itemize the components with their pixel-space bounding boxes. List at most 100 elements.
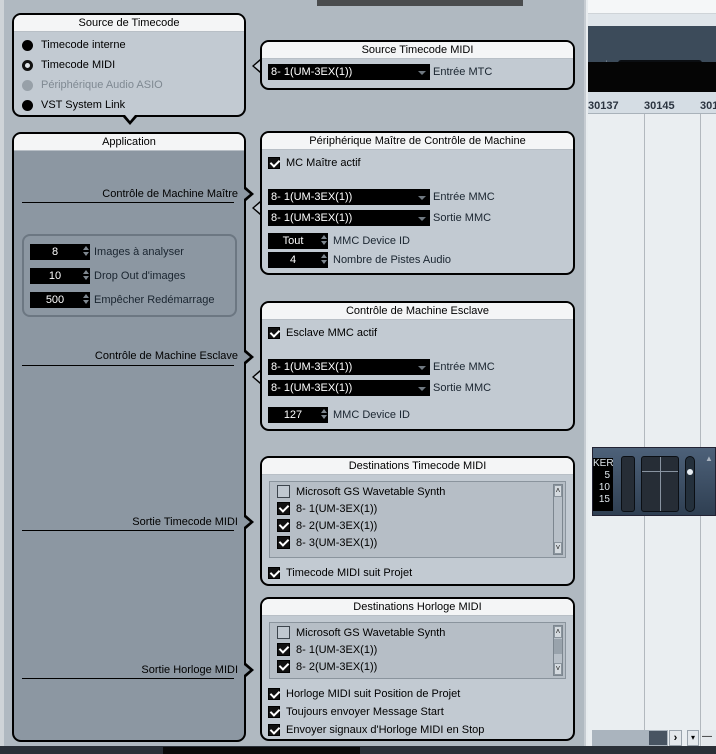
project-window-background: ♩<> 1/64 Pointée 30137 30145 301 KER 5 1… — [588, 0, 716, 754]
radio-button-icon[interactable] — [22, 39, 33, 51]
radio-vst-system-link[interactable]: VST System Link — [22, 97, 125, 113]
mc-master-active-checkbox[interactable]: MC Maître actif — [268, 155, 361, 171]
spinner-value: 4 — [289, 254, 297, 266]
divider — [22, 530, 234, 531]
zoom-slider[interactable]: — — — [702, 730, 716, 754]
spinner-arrows-icon[interactable] — [83, 245, 89, 259]
radio-button-icon[interactable] — [22, 99, 33, 111]
frames-to-analyze-spinner[interactable]: 8 — [30, 244, 90, 260]
inhibit-restart-spinner[interactable]: 500 — [30, 292, 90, 308]
list-item[interactable]: 8- 1(UM-3EX(1)) — [277, 641, 377, 658]
slave-mmc-device-id-spinner[interactable]: 127 — [268, 407, 328, 423]
list-item-label: Microsoft GS Wavetable Synth — [296, 485, 446, 498]
slave-mmc-input-dropdown[interactable]: 8- 1(UM-3EX(1)) — [268, 359, 430, 375]
list-scrollbar[interactable]: ˄ ˅ — [553, 625, 563, 676]
flow-arrow-left-icon — [252, 370, 260, 384]
list-scrollbar[interactable]: ˄ ˅ — [553, 484, 563, 555]
chevron-down-icon — [418, 71, 426, 75]
slave-mmc-output-dropdown[interactable]: 8- 1(UM-3EX(1)) — [268, 380, 430, 396]
spinner-arrows-icon[interactable] — [321, 408, 327, 422]
checkbox-checked-icon[interactable] — [268, 567, 280, 579]
mmc-output-dropdown[interactable]: 8- 1(UM-3EX(1)) — [268, 210, 430, 226]
volume-fader[interactable] — [685, 456, 695, 512]
checkbox-checked-icon[interactable] — [277, 536, 290, 549]
mtc-destinations-list[interactable]: Microsoft GS Wavetable Synth 8- 1(UM-3EX… — [269, 481, 566, 558]
audio-tracks-spinner[interactable]: 4 — [268, 252, 328, 268]
spinner-label: Empêcher Redémarrage — [94, 294, 215, 306]
dropdown-value: 8- 1(UM-3EX(1)) — [271, 191, 353, 203]
link-mtc-output: Sortie Timecode MIDI — [132, 516, 238, 528]
radio-timecode-interne[interactable]: Timecode interne — [22, 37, 126, 53]
radio-timecode-midi[interactable]: Timecode MIDI — [22, 57, 115, 73]
level-meter — [621, 456, 635, 512]
scroll-thumb[interactable] — [649, 731, 667, 745]
checkbox-checked-icon[interactable] — [268, 327, 280, 339]
checkbox-unchecked-icon[interactable] — [277, 626, 290, 639]
scroll-down-icon[interactable]: ˅ — [554, 663, 562, 675]
mtc-follow-project-checkbox[interactable]: Timecode MIDI suit Projet — [268, 565, 412, 581]
list-item[interactable]: 8- 2(UM-3EX(1)) — [277, 658, 377, 675]
scroll-right-button[interactable]: › — [669, 730, 682, 746]
mmc-device-id-spinner[interactable]: Tout — [268, 233, 328, 249]
timeline-ruler[interactable]: 30137 30145 301 — [588, 92, 716, 114]
clock-destinations-list[interactable]: Microsoft GS Wavetable Synth 8- 1(UM-3EX… — [269, 622, 566, 679]
list-item[interactable]: Microsoft GS Wavetable Synth — [277, 483, 445, 500]
grid-line — [644, 114, 645, 746]
checkbox-checked-icon[interactable] — [268, 688, 280, 700]
list-item[interactable]: 8- 3(UM-3EX(1)) — [277, 534, 377, 551]
midi-clock-destinations-panel: Destinations Horloge MIDI Microsoft GS W… — [260, 597, 575, 741]
checkbox-checked-icon[interactable] — [268, 157, 280, 169]
dropdown-label: Sortie MMC — [433, 212, 492, 224]
marker-column: KER 5 10 15 — [593, 458, 614, 511]
checkbox-checked-icon[interactable] — [277, 660, 290, 673]
panel-title: Contrôle de Machine Esclave — [262, 303, 573, 320]
scroll-down-icon[interactable]: ˅ — [554, 542, 562, 554]
flow-arrow-right-icon — [244, 350, 254, 364]
send-clock-in-stop-checkbox[interactable]: Envoyer signaux d'Horloge MIDI en Stop — [268, 722, 484, 738]
spinner-arrows-icon[interactable] — [321, 253, 327, 267]
mtc-input-label: Entrée MTC — [433, 66, 493, 78]
chevron-down-icon — [418, 196, 426, 200]
spinner-arrows-icon[interactable] — [83, 269, 89, 283]
mmc-slave-active-checkbox[interactable]: Esclave MMC actif — [268, 325, 377, 341]
radio-selected-icon[interactable] — [22, 59, 33, 71]
scroll-thumb[interactable] — [554, 639, 562, 654]
radio-label: Périphérique Audio ASIO — [41, 79, 163, 91]
ruler-tick-label: 30137 — [588, 100, 619, 112]
list-item-label: 8- 1(UM-3EX(1)) — [296, 502, 378, 515]
scroll-up-icon[interactable]: ˄ — [554, 626, 562, 638]
horizontal-scrollbar[interactable]: › ▾ — — — [592, 730, 716, 754]
checkbox-checked-icon[interactable] — [268, 706, 280, 718]
checkbox-unchecked-icon[interactable] — [277, 485, 290, 498]
frame-dropout-spinner[interactable]: 10 — [30, 268, 90, 284]
spinner-arrows-icon[interactable] — [321, 234, 327, 248]
checkbox-checked-icon[interactable] — [277, 502, 290, 515]
spinner-value: 500 — [45, 294, 65, 306]
scroll-up-icon[interactable]: ˄ — [554, 485, 562, 497]
collapse-icon[interactable]: ▲ — [705, 454, 713, 463]
taskbar-strip — [0, 746, 716, 754]
dropdown-value: 8- 1(UM-3EX(1)) — [271, 361, 353, 373]
overview-bar — [588, 62, 716, 92]
divider — [22, 202, 234, 203]
list-item[interactable]: Microsoft GS Wavetable Synth — [277, 624, 445, 641]
dropdown-value: 8- 1(UM-3EX(1)) — [271, 66, 353, 78]
checkbox-checked-icon[interactable] — [277, 519, 290, 532]
chevron-down-icon — [418, 217, 426, 221]
spinner-arrows-icon[interactable] — [83, 293, 89, 307]
panel-title: Destinations Horloge MIDI — [262, 599, 573, 616]
mmc-input-dropdown[interactable]: 8- 1(UM-3EX(1)) — [268, 189, 430, 205]
checkbox-checked-icon[interactable] — [268, 724, 280, 736]
mtc-input-dropdown[interactable]: 8- 1(UM-3EX(1)) — [268, 64, 430, 80]
clock-follow-position-checkbox[interactable]: Horloge MIDI suit Position de Projet — [268, 686, 460, 702]
checkbox-checked-icon[interactable] — [277, 643, 290, 656]
list-item-label: 8- 2(UM-3EX(1)) — [296, 519, 378, 532]
radio-label: Timecode interne — [41, 39, 126, 51]
list-item[interactable]: 8- 1(UM-3EX(1)) — [277, 500, 377, 517]
list-item[interactable]: 8- 2(UM-3EX(1)) — [277, 517, 377, 534]
spinner-label: Images à analyser — [94, 246, 184, 258]
chevron-down-icon — [418, 366, 426, 370]
marker-value: 15 — [598, 494, 610, 505]
always-send-start-checkbox[interactable]: Toujours envoyer Message Start — [268, 704, 444, 720]
zoom-dropdown-icon[interactable]: ▾ — [687, 730, 699, 746]
